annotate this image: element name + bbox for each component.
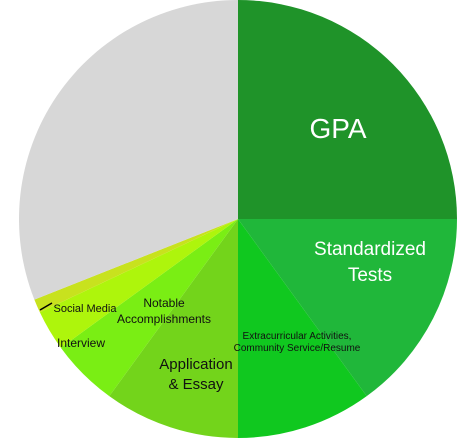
slice-label-line: Interview: [57, 336, 105, 350]
slice-label-social-media: Social Media: [54, 303, 118, 315]
slice-label-gpa: GPA: [309, 113, 366, 144]
slice-label-line: Social Media: [54, 303, 118, 315]
slice-label-line: Extracurricular Activities,: [243, 331, 352, 342]
pie-slice-gpa: [238, 0, 457, 219]
slice-label-line: GPA: [309, 113, 366, 144]
slice-label-interview: Interview: [57, 336, 105, 350]
slice-label-line: Tests: [348, 265, 392, 286]
slice-label-extracurricular: Extracurricular Activities, Community Ser…: [234, 331, 361, 354]
slice-label-line: Accomplishments: [117, 312, 211, 326]
pie-slices: [19, 0, 457, 438]
slice-label-line: Notable: [143, 296, 185, 310]
pie-chart: GPA Standardized Tests Extracurricular Acti…: [19, 0, 457, 438]
slice-label-line: Community Service/Resume: [234, 343, 361, 354]
slice-label-line: Application: [159, 356, 232, 373]
slice-label-line: Standardized: [314, 239, 426, 260]
slice-label-line: & Essay: [168, 376, 224, 393]
